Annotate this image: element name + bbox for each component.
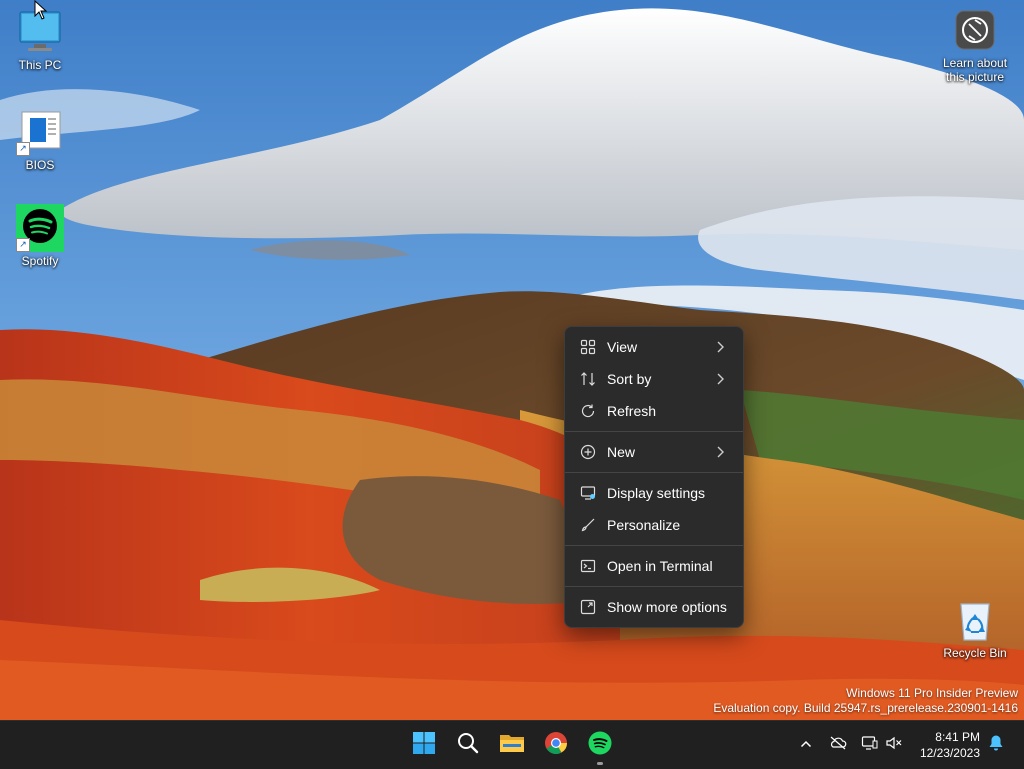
taskbar-clock[interactable]: 8:41 PM 12/23/2023 [906,729,980,761]
terminal-icon [579,557,597,575]
chevron-right-icon [715,372,725,386]
menu-separator [565,586,743,587]
start-button[interactable] [408,729,440,761]
refresh-icon [579,402,597,420]
running-indicator [597,762,603,765]
menu-item-label: Open in Terminal [607,558,713,574]
menu-item-refresh[interactable]: Refresh [569,396,739,426]
chevron-right-icon [715,340,725,354]
taskbar-spotify[interactable] [584,729,616,761]
desktop-icon-spotify[interactable]: ↗ Spotify [0,204,80,268]
grid-icon [579,338,597,356]
menu-item-label: Sort by [607,371,652,387]
tray-network-status[interactable] [828,735,848,755]
mouse-cursor-icon [34,0,48,25]
plus-circle-icon [579,443,597,461]
spotify-icon [588,731,612,760]
desktop-icon-bios[interactable]: ↗ BIOS [0,108,80,172]
desktop-icon-label: BIOS [25,158,55,172]
menu-item-personalize[interactable]: Personalize [569,510,739,540]
search-icon [456,731,480,760]
display-icon [579,484,597,502]
menu-item-show-more-options[interactable]: Show more options [569,592,739,622]
clock-time: 8:41 PM [935,730,980,744]
taskbar-file-explorer[interactable] [496,729,528,761]
show-hidden-icons-button[interactable] [796,735,816,755]
watermark-line1: Windows 11 Pro Insider Preview [846,686,1018,700]
desktop-icon-label: Recycle Bin [943,646,1007,660]
menu-item-view[interactable]: View [569,332,739,362]
shortcut-arrow-icon: ↗ [16,142,30,156]
tray-volume[interactable] [884,735,904,755]
spotify-icon: ↗ [16,204,64,252]
taskbar-search-button[interactable] [452,729,484,761]
menu-separator [565,431,743,432]
notifications-button[interactable] [986,735,1006,755]
menu-item-label: Refresh [607,403,657,419]
menu-item-label: Show more options [607,599,727,615]
menu-item-label: New [607,444,636,460]
network-cloud-icon [829,735,847,756]
sort-icon [579,370,597,388]
folder-icon [499,731,525,760]
display-tray-icon [861,735,879,756]
recycle-bin-icon [951,596,999,644]
document-icon: ↗ [16,108,64,156]
menu-item-sort-by[interactable]: Sort by [569,364,739,394]
shortcut-arrow-icon: ↗ [16,238,30,252]
chrome-icon [544,731,568,760]
spotlight-label-line2: this picture [945,70,1005,84]
menu-separator [565,472,743,473]
menu-item-display-settings[interactable]: Display settings [569,478,739,508]
desktop-icon-label: Spotify [21,254,59,268]
menu-item-open-in-terminal[interactable]: Open in Terminal [569,551,739,581]
brush-icon [579,516,597,534]
evaluation-watermark: Windows 11 Pro Insider Preview Evaluatio… [713,686,1018,716]
menu-separator [565,545,743,546]
menu-item-label: Personalize [607,517,681,533]
windows-start-icon [412,731,436,760]
clock-date: 12/23/2023 [919,746,980,760]
menu-item-label: Display settings [607,485,706,501]
volume-muted-icon [885,735,903,756]
spotlight-label-line1: Learn about [942,56,1008,70]
desktop-icon-recycle-bin[interactable]: Recycle Bin [935,596,1015,660]
expand-icon [579,598,597,616]
menu-item-new[interactable]: New [569,437,739,467]
chevron-up-icon [800,736,812,754]
desktop-icon-label: This PC [18,58,62,72]
spotlight-learn-about-picture[interactable]: Learn about this picture [934,10,1016,84]
desktop-wallpaper[interactable] [0,0,1024,720]
notification-bell-icon [988,734,1004,757]
chevron-right-icon [715,445,725,459]
desktop-context-menu: View Sort by Refresh New Display setting… [564,326,744,628]
menu-item-label: View [607,339,638,355]
watermark-line2: Evaluation copy. Build 25947.rs_prerelea… [713,701,1018,715]
taskbar: 8:41 PM 12/23/2023 [0,720,1024,769]
camera-icon [955,10,995,50]
tray-display[interactable] [860,735,880,755]
taskbar-chrome[interactable] [540,729,572,761]
